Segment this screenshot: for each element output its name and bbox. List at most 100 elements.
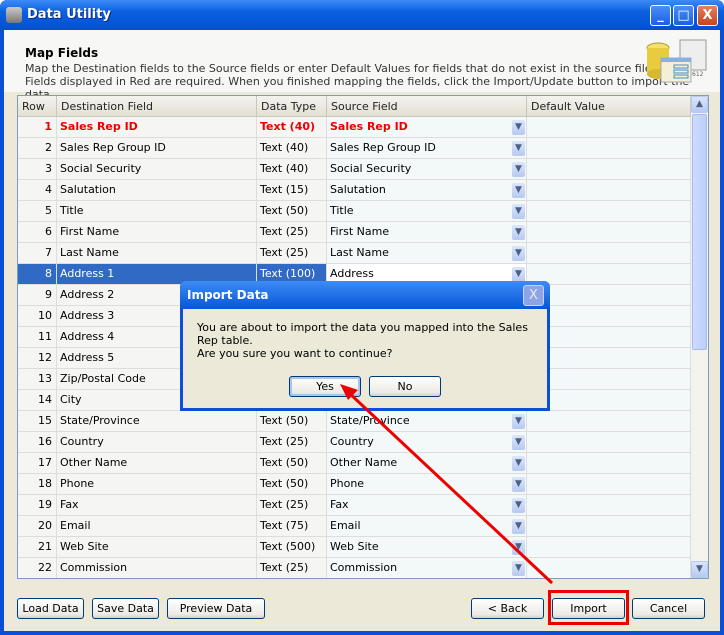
source-field-cell[interactable]: Phone [327, 474, 527, 495]
chevron-down-icon[interactable]: ▼ [512, 267, 525, 282]
vertical-scrollbar[interactable]: ▲ ▼ [691, 96, 708, 578]
table-row[interactable]: 18 Phone Text (50) Phone ▼ [18, 474, 691, 495]
chevron-down-icon[interactable]: ▼ [512, 519, 525, 534]
default-value-cell[interactable] [527, 558, 691, 578]
table-row[interactable]: 20 Email Text (75) Email ▼ [18, 516, 691, 537]
row-number-cell: 11 [18, 327, 57, 348]
default-value-cell[interactable] [527, 537, 691, 558]
row-number-cell: 1 [18, 117, 57, 138]
data-type-cell: Text (25) [257, 222, 327, 243]
table-row[interactable]: 19 Fax Text (25) Fax ▼ [18, 495, 691, 516]
column-header-row[interactable]: Row [18, 96, 57, 117]
column-header-source[interactable]: Source Field [327, 96, 527, 117]
default-value-cell[interactable] [527, 327, 691, 348]
table-row[interactable]: 6 First Name Text (25) First Name ▼ [18, 222, 691, 243]
close-button[interactable]: X [697, 5, 718, 26]
source-field-cell[interactable]: Sales Rep Group ID [327, 138, 527, 159]
default-value-cell[interactable] [527, 390, 691, 411]
chevron-down-icon[interactable]: ▼ [512, 435, 525, 450]
table-row[interactable]: 1 Sales Rep ID Text (40) Sales Rep ID ▼ [18, 117, 691, 138]
scroll-down-icon[interactable]: ▼ [691, 561, 708, 578]
default-value-cell[interactable] [527, 285, 691, 306]
chevron-down-icon[interactable]: ▼ [512, 120, 525, 135]
source-field-cell[interactable]: Salutation [327, 180, 527, 201]
default-value-cell[interactable] [527, 516, 691, 537]
minimize-button[interactable]: _ [650, 5, 671, 26]
chevron-down-icon[interactable]: ▼ [512, 561, 525, 576]
cancel-button[interactable]: Cancel [632, 598, 705, 619]
source-field-cell[interactable]: Other Name [327, 453, 527, 474]
table-row[interactable]: 5 Title Text (50) Title ▼ [18, 201, 691, 222]
source-field-cell[interactable]: Email [327, 516, 527, 537]
chevron-down-icon[interactable]: ▼ [512, 540, 525, 555]
default-value-cell[interactable] [527, 180, 691, 201]
table-row[interactable]: 4 Salutation Text (15) Salutation ▼ [18, 180, 691, 201]
default-value-cell[interactable] [527, 348, 691, 369]
default-value-cell[interactable] [527, 474, 691, 495]
source-field-cell[interactable]: Social Security [327, 159, 527, 180]
table-row[interactable]: 22 Commission Text (25) Commission ▼ [18, 558, 691, 578]
source-field-cell[interactable]: First Name [327, 222, 527, 243]
table-row[interactable]: 15 State/Province Text (50) State/Province ▼ [18, 411, 691, 432]
table-row[interactable]: 7 Last Name Text (25) Last Name ▼ [18, 243, 691, 264]
load-data-button[interactable]: Load Data [17, 598, 84, 619]
default-value-cell[interactable] [527, 411, 691, 432]
source-field-cell[interactable]: Fax [327, 495, 527, 516]
source-field-cell[interactable]: Country [327, 432, 527, 453]
data-type-cell: Text (15) [257, 180, 327, 201]
destination-field-cell: Email [57, 516, 257, 537]
default-value-cell[interactable] [527, 432, 691, 453]
maximize-button[interactable]: □ [673, 5, 694, 26]
chevron-down-icon[interactable]: ▼ [512, 246, 525, 261]
default-value-cell[interactable] [527, 201, 691, 222]
import-button[interactable]: Import [552, 598, 625, 619]
dialog-title: Import Data [187, 288, 269, 302]
default-value-cell[interactable] [527, 159, 691, 180]
default-value-cell[interactable] [527, 243, 691, 264]
row-number-cell: 16 [18, 432, 57, 453]
chevron-down-icon[interactable]: ▼ [512, 456, 525, 471]
default-value-cell[interactable] [527, 264, 691, 285]
chevron-down-icon[interactable]: ▼ [512, 183, 525, 198]
chevron-down-icon[interactable]: ▼ [512, 477, 525, 492]
data-type-cell: Text (40) [257, 138, 327, 159]
scroll-thumb[interactable] [692, 114, 707, 350]
source-field-cell[interactable]: Title [327, 201, 527, 222]
column-header-data-type[interactable]: Data Type [257, 96, 327, 117]
default-value-cell[interactable] [527, 369, 691, 390]
dialog-close-button[interactable]: X [523, 285, 544, 306]
source-field-cell[interactable]: Web Site [327, 537, 527, 558]
default-value-cell[interactable] [527, 117, 691, 138]
source-field-cell[interactable]: State/Province [327, 411, 527, 432]
source-field-cell[interactable]: Commission [327, 558, 527, 578]
table-row[interactable]: 16 Country Text (25) Country ▼ [18, 432, 691, 453]
column-header-destination[interactable]: Destination Field [57, 96, 257, 117]
no-button[interactable]: No [369, 376, 441, 397]
table-row[interactable]: 21 Web Site Text (500) Web Site ▼ [18, 537, 691, 558]
chevron-down-icon[interactable]: ▼ [512, 141, 525, 156]
default-value-cell[interactable] [527, 138, 691, 159]
default-value-cell[interactable] [527, 495, 691, 516]
source-field-cell[interactable]: Sales Rep ID [327, 117, 527, 138]
table-row[interactable]: 17 Other Name Text (50) Other Name ▼ [18, 453, 691, 474]
preview-data-button[interactable]: Preview Data [167, 598, 265, 619]
chevron-down-icon[interactable]: ▼ [512, 498, 525, 513]
data-type-cell: Text (50) [257, 411, 327, 432]
table-row[interactable]: 3 Social Security Text (40) Social Security… [18, 159, 691, 180]
save-data-button[interactable]: Save Data [92, 598, 159, 619]
back-button[interactable]: < Back [471, 598, 544, 619]
destination-field-cell: Other Name [57, 453, 257, 474]
default-value-cell[interactable] [527, 306, 691, 327]
yes-button[interactable]: Yes [289, 376, 361, 397]
table-row[interactable]: 2 Sales Rep Group ID Text (40) Sales Rep Gr… [18, 138, 691, 159]
chevron-down-icon[interactable]: ▼ [512, 162, 525, 177]
row-number-cell: 13 [18, 369, 57, 390]
scroll-up-icon[interactable]: ▲ [691, 96, 708, 113]
column-header-default[interactable]: Default Value [527, 96, 691, 117]
default-value-cell[interactable] [527, 222, 691, 243]
chevron-down-icon[interactable]: ▼ [512, 204, 525, 219]
chevron-down-icon[interactable]: ▼ [512, 414, 525, 429]
chevron-down-icon[interactable]: ▼ [512, 225, 525, 240]
default-value-cell[interactable] [527, 453, 691, 474]
source-field-cell[interactable]: Last Name [327, 243, 527, 264]
